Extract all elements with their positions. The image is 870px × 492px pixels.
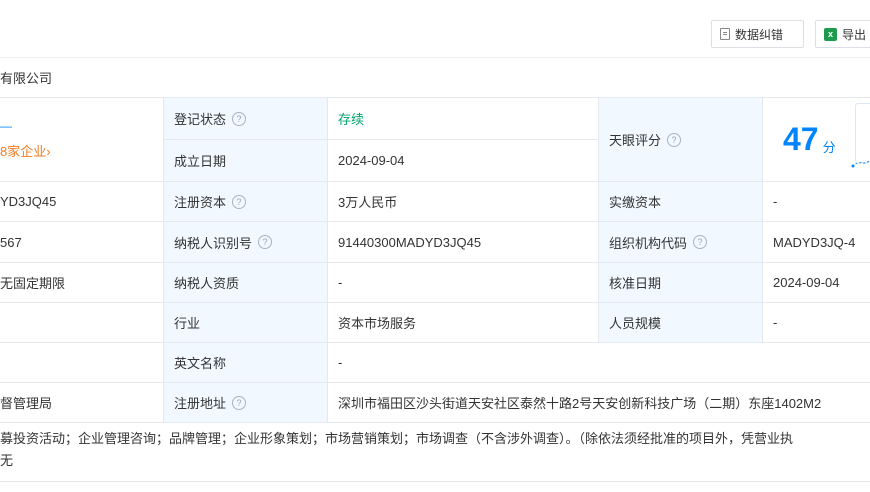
established-value-cell: 2024-09-04 (328, 140, 599, 182)
staff-size-value: - (773, 315, 778, 330)
reg-capital-value-cell: 3万人民币 (328, 182, 599, 222)
industry-value: 资本市场服务 (338, 316, 417, 331)
org-code-value-cell: MADYD3JQ-4 (763, 222, 870, 263)
excel-icon: x (824, 27, 837, 41)
help-icon[interactable]: ? (258, 235, 273, 249)
reg-no-value: 567 (0, 234, 22, 250)
status-value-cell: 存续 (328, 98, 599, 140)
registration-authority-cell: 督管理局 (0, 383, 164, 423)
taxpayer-qual-label-cell: 纳税人资质 (164, 263, 328, 303)
blank-left-cell (0, 303, 164, 343)
english-name-label: 英文名称 (174, 356, 227, 371)
english-name-value-cell: - (328, 343, 870, 383)
approval-date-label: 核准日期 (609, 276, 662, 291)
help-icon[interactable]: ? (232, 395, 247, 410)
business-scope-line-1: 募投资活动；企业管理咨询；品牌管理；企业形象策划；市场营销策划；市场调查（不含涉… (0, 431, 794, 446)
legal-rep-cell: — 8家企业› (0, 98, 164, 182)
export-label: 导出 (842, 27, 867, 42)
address-label-cell: 注册地址 ? (164, 383, 328, 423)
company-name-row: 有限公司 (0, 58, 870, 98)
taxpayer-qual-value: - (338, 275, 343, 290)
taxpayer-id-value-cell: 91440300MADYD3JQ45 (328, 222, 599, 263)
credit-code-value: YD3JQ45 (0, 194, 57, 209)
english-name-label-cell: 英文名称 (164, 343, 328, 383)
reg-capital-value: 3万人民币 (338, 195, 398, 210)
taxpayer-id-label-cell: 纳税人识别号 ? (164, 222, 328, 263)
business-scope: 募投资活动；企业管理咨询；品牌管理；企业形象策划；市场营销策划；市场调查（不含涉… (0, 422, 870, 482)
staff-size-value-cell: - (763, 303, 870, 343)
help-icon[interactable]: ? (232, 111, 247, 126)
org-code-label-cell: 组织机构代码 ? (599, 222, 763, 263)
related-companies-link[interactable]: 8家企业› (0, 141, 51, 160)
taxpayer-id-label: 纳税人识别号 (174, 235, 253, 251)
staff-size-label: 人员规模 (609, 316, 662, 331)
toolbar: 数据纠错 x 导出 (0, 0, 870, 58)
established-value: 2024-09-04 (338, 153, 405, 168)
taxpayer-id-value: 91440300MADYD3JQ45 (338, 234, 482, 250)
reg-capital-label: 注册资本 (174, 195, 227, 210)
address-label: 注册地址 (174, 396, 227, 411)
data-correction-button[interactable]: 数据纠错 (711, 20, 804, 48)
industry-label-cell: 行业 (164, 303, 328, 343)
blank-left-cell (0, 343, 164, 383)
score-unit: 分 (822, 140, 836, 155)
address-value: 深圳市福田区沙头街道天安社区泰然十路2号天安创新科技广场（二期）东座1402M2 (338, 396, 822, 411)
document-icon (720, 28, 730, 40)
taxpayer-qual-value-cell: - (328, 263, 599, 303)
established-label: 成立日期 (174, 154, 227, 169)
approval-date-label-cell: 核准日期 (599, 263, 763, 303)
established-label-cell: 成立日期 (164, 140, 328, 182)
paid-capital-value: - (773, 194, 778, 209)
english-name-value: - (338, 355, 343, 370)
org-code-value: MADYD3JQ-4 (773, 234, 856, 250)
company-name: 有限公司 (0, 71, 53, 86)
score-trend-icon (851, 159, 870, 168)
status-label: 登记状态 (174, 112, 227, 127)
business-term-cell: 无固定期限 (0, 263, 164, 303)
business-scope-line-2: 无 (0, 453, 14, 468)
staff-size-label-cell: 人员规模 (599, 303, 763, 343)
status-label-cell: 登记状态 ? (164, 98, 328, 140)
help-icon[interactable]: ? (232, 194, 247, 209)
address-value-cell: 深圳市福田区沙头街道天安社区泰然十路2号天安创新科技广场（二期）东座1402M2 (328, 383, 870, 423)
reg-no-cell: 567 (0, 222, 164, 263)
export-button[interactable]: x 导出 (815, 20, 870, 48)
approval-date-value-cell: 2024-09-04 (763, 263, 870, 303)
taxpayer-qual-label: 纳税人资质 (174, 276, 240, 291)
score-label-cell: 天眼评分 ? (599, 98, 763, 182)
data-correction-label: 数据纠错 (735, 27, 784, 42)
legal-rep-mark: — (0, 119, 12, 133)
paid-capital-value-cell: - (763, 182, 870, 222)
org-code-label: 组织机构代码 (609, 235, 688, 251)
reg-capital-label-cell: 注册资本 ? (164, 182, 328, 222)
help-icon[interactable]: ? (667, 132, 682, 147)
paid-capital-label-cell: 实缴资本 (599, 182, 763, 222)
paid-capital-label: 实缴资本 (609, 195, 662, 210)
score-value: 47 (783, 121, 819, 157)
industry-value-cell: 资本市场服务 (328, 303, 599, 343)
help-icon[interactable]: ? (693, 235, 708, 249)
business-term-value: 无固定期限 (0, 276, 66, 291)
approval-date-value: 2024-09-04 (773, 275, 840, 290)
registration-authority-value: 督管理局 (0, 396, 53, 411)
industry-label: 行业 (174, 316, 201, 331)
status-value: 存续 (338, 112, 365, 127)
credit-code-cell: YD3JQ45 (0, 182, 164, 222)
score-label: 天眼评分 (609, 133, 662, 148)
